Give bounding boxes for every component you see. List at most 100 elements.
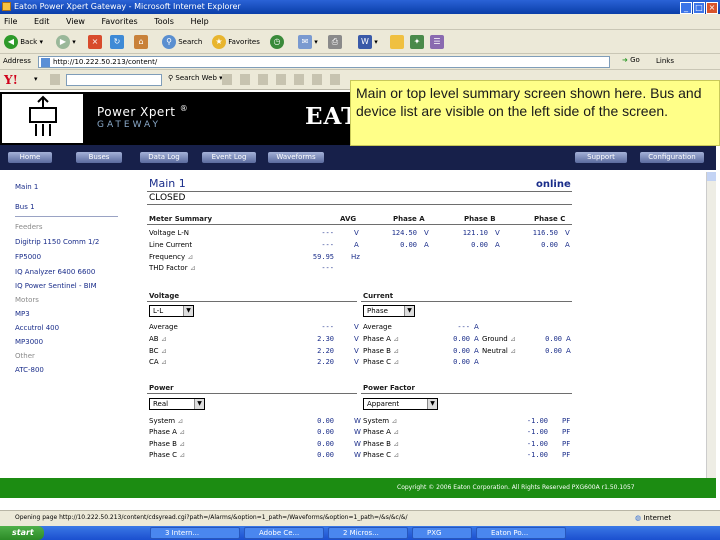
print-button[interactable]: ⎙ xyxy=(328,34,342,50)
meter-summary-divider xyxy=(147,224,572,225)
scroll-up-icon[interactable] xyxy=(707,172,716,181)
yahoo-search-input[interactable] xyxy=(66,74,162,86)
nav-waveforms[interactable]: Waveforms xyxy=(268,152,324,163)
voltage-row-label: Average xyxy=(149,323,178,331)
chart-icon[interactable]: ⊿ xyxy=(393,347,399,355)
edit-button[interactable]: W ▾ xyxy=(358,34,378,50)
chart-icon[interactable]: ⊿ xyxy=(391,417,397,425)
sidebar-item-main-1[interactable]: Main 1 xyxy=(15,183,38,191)
globe-icon: ◍ xyxy=(635,514,642,522)
sidebar-item-accutrol[interactable]: Accutrol 400 xyxy=(15,324,59,332)
favorites-button[interactable]: ★ Favorites xyxy=(212,34,260,50)
voltage-unit: V xyxy=(354,323,359,331)
sidebar-item-mp3[interactable]: MP3 xyxy=(15,310,30,318)
power-select[interactable]: Real ▼ xyxy=(149,398,205,410)
sidebar-item-iq-power-sentinel[interactable]: IQ Power Sentinel - BIM xyxy=(15,282,97,290)
folder-button[interactable] xyxy=(390,34,404,50)
chart-icon[interactable]: ⊿ xyxy=(510,335,516,343)
chart-icon[interactable]: ⊿ xyxy=(179,440,185,448)
home-button[interactable]: ⌂ xyxy=(134,34,148,50)
yahoo-search-button[interactable]: ⚲ Search Web ▾ xyxy=(168,74,223,82)
menu-edit[interactable]: Edit xyxy=(34,17,50,26)
mail-button[interactable]: ✉ ▾ xyxy=(298,34,318,50)
refresh-button[interactable]: ↻ xyxy=(110,34,124,50)
yahoo-menu-icon[interactable]: ▾ xyxy=(34,75,38,83)
vertical-scrollbar[interactable] xyxy=(706,172,716,478)
meter-c-unit: V xyxy=(565,229,570,237)
chart-icon[interactable]: ⊿ xyxy=(393,428,399,436)
go-arrow-icon: ➜ xyxy=(622,56,628,64)
address-input[interactable]: http://10.222.50.213/content/ ▾ xyxy=(38,56,610,68)
taskbar-item[interactable]: 2 Micros... xyxy=(328,527,408,539)
yahoo-logo[interactable]: Y! xyxy=(4,73,18,87)
menu-view[interactable]: View xyxy=(66,17,85,26)
chart-icon[interactable]: ⊿ xyxy=(190,264,196,272)
sidebar-item-mp3000[interactable]: MP3000 xyxy=(15,338,43,346)
menu-tools[interactable]: Tools xyxy=(154,17,174,26)
pf-value: -1.00 xyxy=(526,440,548,448)
go-button[interactable]: ➜ Go xyxy=(622,56,640,64)
minimize-icon[interactable]: _ xyxy=(680,2,692,14)
forward-button[interactable]: ▶ ▾ xyxy=(56,34,76,50)
nav-event-log[interactable]: Event Log xyxy=(202,152,256,163)
word-icon: W xyxy=(358,35,372,49)
stop-button[interactable]: × xyxy=(88,34,102,50)
nav-support[interactable]: Support xyxy=(575,152,627,163)
meter-c-unit: A xyxy=(565,241,570,249)
nav-home[interactable]: Home xyxy=(8,152,52,163)
chevron-down-icon: ▼ xyxy=(404,306,414,316)
chart-icon[interactable]: ⊿ xyxy=(161,358,167,366)
back-arrow-icon: ◀ xyxy=(4,35,18,49)
taskbar-item[interactable]: Adobe Ce... xyxy=(244,527,324,539)
chart-icon[interactable]: ⊿ xyxy=(393,440,399,448)
chart-icon[interactable]: ⊿ xyxy=(179,428,185,436)
search-button[interactable]: ⚲ Search xyxy=(162,34,202,50)
history-button[interactable]: ◷ xyxy=(270,34,284,50)
links-button[interactable]: Links xyxy=(656,57,674,65)
sidebar-item-iq-analyzer[interactable]: IQ Analyzer 6400 6600 xyxy=(15,268,95,276)
sidebar-item-digitrip[interactable]: Digitrip 1150 Comm 1/2 xyxy=(15,238,99,246)
current-title: Current xyxy=(363,292,394,300)
nav-data-log[interactable]: Data Log xyxy=(140,152,188,163)
nav-buses[interactable]: Buses xyxy=(76,152,122,163)
taskbar-item[interactable]: 3 Intern... xyxy=(150,527,240,539)
registered-mark: ® xyxy=(179,104,189,113)
chart-icon[interactable]: ⊿ xyxy=(393,358,399,366)
sidebar-item-fp5000[interactable]: FP5000 xyxy=(15,253,41,261)
meter-b-value: 121.10 xyxy=(462,229,488,237)
research-button[interactable]: ☰ xyxy=(430,34,444,50)
menu-file[interactable]: File xyxy=(4,17,17,26)
print-icon: ⎙ xyxy=(328,35,342,49)
start-button[interactable]: start xyxy=(0,526,44,540)
power-value: 0.00 xyxy=(317,440,334,448)
close-icon[interactable]: × xyxy=(706,2,718,14)
power-factor-select[interactable]: Apparent ▼ xyxy=(363,398,438,410)
chart-icon[interactable]: ⊿ xyxy=(179,451,185,459)
address-bar: Address http://10.222.50.213/content/ ▾ … xyxy=(0,54,720,70)
current-select[interactable]: Phase ▼ xyxy=(363,305,415,317)
chart-icon[interactable]: ⊿ xyxy=(510,347,516,355)
chart-icon[interactable]: ⊿ xyxy=(161,335,167,343)
chart-icon[interactable]: ⊿ xyxy=(393,451,399,459)
chart-icon[interactable]: ⊿ xyxy=(161,347,167,355)
ie-icon xyxy=(2,2,11,11)
sidebar-item-atc-800[interactable]: ATC-800 xyxy=(15,366,44,374)
voltage-select[interactable]: L-L ▼ xyxy=(149,305,194,317)
messenger-button[interactable]: ✦ xyxy=(410,34,424,50)
taskbar-item[interactable]: Eaton Po... xyxy=(476,527,566,539)
forward-arrow-icon: ▶ xyxy=(56,35,70,49)
taskbar-item[interactable]: PXG xyxy=(412,527,472,539)
chart-icon[interactable]: ⊿ xyxy=(393,335,399,343)
nav-configuration[interactable]: Configuration xyxy=(640,152,704,163)
maximize-icon[interactable]: □ xyxy=(693,2,705,14)
yahoo-pencil-icon[interactable] xyxy=(50,74,60,85)
menu-help[interactable]: Help xyxy=(190,17,208,26)
menu-favorites[interactable]: Favorites xyxy=(102,17,138,26)
chart-icon[interactable]: ⊿ xyxy=(187,253,193,261)
sidebar-item-bus-1[interactable]: Bus 1 xyxy=(15,203,35,211)
chart-icon[interactable]: ⊿ xyxy=(177,417,183,425)
yahoo-toolbar-buttons[interactable] xyxy=(222,74,342,85)
power-factor-divider xyxy=(361,393,572,394)
back-button[interactable]: ◀ Back ▾ xyxy=(4,34,43,50)
current-unit-2: A xyxy=(566,335,571,343)
